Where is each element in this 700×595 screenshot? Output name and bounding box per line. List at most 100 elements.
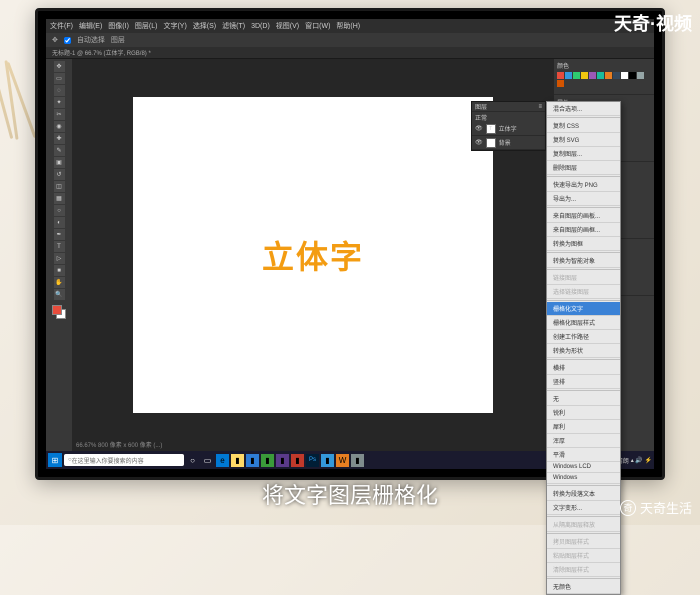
context-menu-item[interactable]: 删除图层 xyxy=(547,161,620,175)
eyedropper-tool[interactable]: ◉ xyxy=(54,121,65,132)
blur-tool[interactable]: ○ xyxy=(54,205,65,216)
menu-help[interactable]: 帮助(H) xyxy=(336,21,360,31)
color-swatch[interactable] xyxy=(589,72,596,79)
context-menu-item[interactable]: 文字变形... xyxy=(547,501,620,515)
context-menu-item[interactable]: 来自图层的画框... xyxy=(547,223,620,237)
menu-select[interactable]: 选择(S) xyxy=(193,21,216,31)
zoom-tool[interactable]: 🔍 xyxy=(54,289,65,300)
context-menu-item[interactable]: 转换为形状 xyxy=(547,344,620,358)
lasso-tool[interactable]: ◌ xyxy=(54,85,65,96)
color-swatches[interactable] xyxy=(52,305,66,319)
color-swatch[interactable] xyxy=(621,72,628,79)
crop-tool[interactable]: ✂ xyxy=(54,109,65,120)
color-swatch[interactable] xyxy=(597,72,604,79)
color-swatch[interactable] xyxy=(613,72,620,79)
menu-window[interactable]: 窗口(W) xyxy=(305,21,330,31)
context-menu-item[interactable]: 转换为段落文本 xyxy=(547,487,620,501)
tb-cortana[interactable]: ○ xyxy=(186,454,199,467)
heal-tool[interactable]: ✚ xyxy=(54,133,65,144)
marquee-tool[interactable]: ▭ xyxy=(54,73,65,84)
menu-image[interactable]: 图像(I) xyxy=(108,21,129,31)
layers-menu-icon[interactable]: ≡ xyxy=(538,104,542,110)
context-menu-item[interactable]: 浑厚 xyxy=(547,434,620,448)
auto-select-checkbox[interactable] xyxy=(64,37,71,44)
tb-explorer[interactable]: ▮ xyxy=(231,454,244,467)
context-menu-item[interactable]: 转换为图框 xyxy=(547,237,620,251)
color-swatch[interactable] xyxy=(557,80,564,87)
context-menu-item[interactable]: 栅格化文字 xyxy=(547,302,620,316)
history-brush-tool[interactable]: ↺ xyxy=(54,169,65,180)
menu-layer[interactable]: 图层(L) xyxy=(135,21,158,31)
color-swatch[interactable] xyxy=(637,72,644,79)
dodge-tool[interactable]: ◐ xyxy=(54,217,65,228)
canvas[interactable]: 立体字 xyxy=(133,97,493,414)
brush-tool[interactable]: ✎ xyxy=(54,145,65,156)
stamp-tool[interactable]: ▣ xyxy=(54,157,65,168)
color-swatch[interactable] xyxy=(565,72,572,79)
tb-edge[interactable]: e xyxy=(216,454,229,467)
foreground-color[interactable] xyxy=(52,305,62,315)
tb-taskview[interactable]: ▭ xyxy=(201,454,214,467)
color-swatch[interactable] xyxy=(605,72,612,79)
menu-edit[interactable]: 编辑(E) xyxy=(79,21,102,31)
move-tool[interactable]: ✥ xyxy=(54,61,65,72)
pen-tool[interactable]: ✒ xyxy=(54,229,65,240)
context-menu-item[interactable]: 创建工作路径 xyxy=(547,330,620,344)
hand-tool[interactable]: ✋ xyxy=(54,277,65,288)
menu-file[interactable]: 文件(F) xyxy=(50,21,73,31)
context-menu-item: 从隔离图层释放 xyxy=(547,518,620,532)
color-swatch[interactable] xyxy=(557,72,564,79)
context-menu-item[interactable]: 快速导出为 PNG xyxy=(547,178,620,192)
context-menu-item[interactable]: 平滑 xyxy=(547,448,620,462)
path-tool[interactable]: ▷ xyxy=(54,253,65,264)
tb-app3[interactable]: ▮ xyxy=(276,454,289,467)
gradient-tool[interactable]: ▦ xyxy=(54,193,65,204)
tb-app4[interactable]: ▮ xyxy=(291,454,304,467)
context-menu-item[interactable]: 犀利 xyxy=(547,420,620,434)
context-menu-item[interactable]: 竖排 xyxy=(547,375,620,389)
visibility-icon[interactable]: 👁 xyxy=(475,139,483,146)
context-menu-item[interactable]: 横排 xyxy=(547,361,620,375)
wand-tool[interactable]: ✦ xyxy=(54,97,65,108)
context-menu-item[interactable]: 来自图层的画板... xyxy=(547,209,620,223)
layer-row-bg[interactable]: 👁 背景 xyxy=(472,136,545,150)
color-swatch[interactable] xyxy=(581,72,588,79)
context-menu-item[interactable]: 栅格化图层样式 xyxy=(547,316,620,330)
tb-photoshop[interactable]: Ps xyxy=(306,454,319,467)
menu-filter[interactable]: 滤镜(T) xyxy=(222,21,245,31)
tb-app2[interactable]: ▮ xyxy=(261,454,274,467)
context-menu-item[interactable]: 导出为... xyxy=(547,192,620,206)
context-menu-item[interactable]: Windows xyxy=(547,473,620,484)
eraser-tool[interactable]: ◫ xyxy=(54,181,65,192)
tb-app5[interactable]: ▮ xyxy=(321,454,334,467)
document-info: 66.67% 800 像素 x 600 像素 (...) xyxy=(76,440,162,449)
context-menu-item[interactable]: 锐利 xyxy=(547,406,620,420)
context-menu-item[interactable]: 无颜色 xyxy=(547,580,620,594)
context-menu-item[interactable]: 复制 CSS xyxy=(547,119,620,133)
document-tab[interactable]: 无标题-1 @ 66.7% (立体字, RGB/8) * xyxy=(52,48,151,57)
color-swatch[interactable] xyxy=(629,72,636,79)
blend-mode-dropdown[interactable]: 正常 xyxy=(475,113,487,122)
type-tool[interactable]: T xyxy=(54,241,65,252)
context-menu-item[interactable]: 复制 SVG xyxy=(547,133,620,147)
menu-type[interactable]: 文字(Y) xyxy=(163,21,186,31)
layer-row-text[interactable]: 👁 T 立体字 xyxy=(472,122,545,136)
start-button[interactable]: ⊞ xyxy=(48,453,62,467)
layer-dropdown[interactable]: 图层 xyxy=(111,35,125,45)
context-menu-item[interactable]: 转换为智能对象 xyxy=(547,254,620,268)
taskbar-search[interactable]: ○ 在这里输入你要搜索的内容 xyxy=(64,454,184,466)
tray-icons[interactable]: ▴ 🔊 ⚡ xyxy=(631,457,652,464)
tb-app7[interactable]: ▮ xyxy=(351,454,364,467)
menu-3d[interactable]: 3D(D) xyxy=(251,23,270,30)
shape-tool[interactable]: ■ xyxy=(54,265,65,276)
menu-view[interactable]: 视图(V) xyxy=(276,21,299,31)
tb-app6[interactable]: W xyxy=(336,454,349,467)
context-menu-item[interactable]: 无 xyxy=(547,392,620,406)
context-menu-item[interactable]: 混合选项... xyxy=(547,102,620,116)
color-swatch[interactable] xyxy=(573,72,580,79)
visibility-icon[interactable]: 👁 xyxy=(475,125,483,132)
tb-app1[interactable]: ▮ xyxy=(246,454,259,467)
canvas-text-layer[interactable]: 立体字 xyxy=(262,232,364,278)
context-menu-item[interactable]: 复制图层... xyxy=(547,147,620,161)
context-menu-item[interactable]: Windows LCD xyxy=(547,462,620,473)
